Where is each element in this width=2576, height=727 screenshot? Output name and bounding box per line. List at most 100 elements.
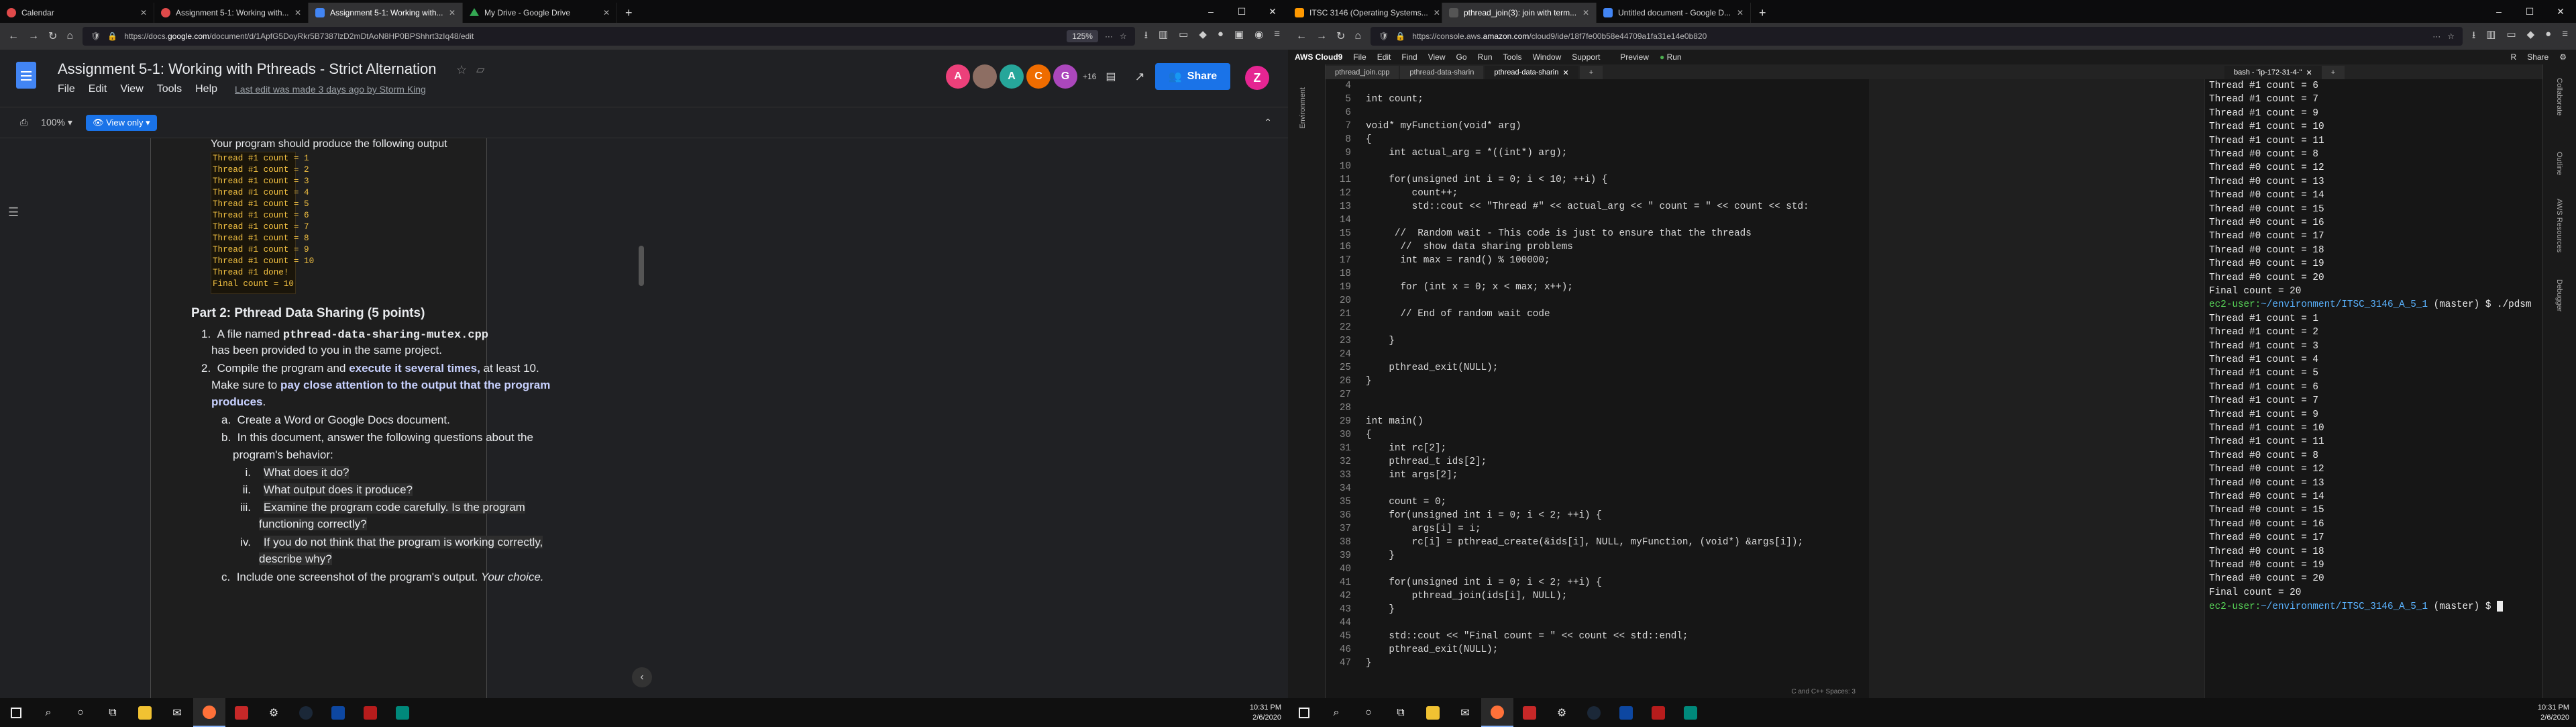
menu-file[interactable]: File: [58, 83, 75, 95]
settings-icon[interactable]: ⚙: [1546, 698, 1578, 727]
download-icon[interactable]: ⭳: [2472, 28, 2475, 45]
new-tab-button[interactable]: +: [617, 3, 641, 23]
extension-icon[interactable]: ◆: [1199, 28, 1207, 45]
cloud9-brand[interactable]: AWS Cloud9: [1295, 52, 1342, 62]
document-title[interactable]: Assignment 5-1: Working with Pthreads - …: [58, 60, 437, 78]
library-icon[interactable]: ▥: [1159, 28, 1168, 45]
search-icon[interactable]: ⌕: [1320, 698, 1352, 727]
minimize-icon[interactable]: –: [2483, 6, 2514, 17]
terminal-icon[interactable]: [322, 698, 354, 727]
tab-untitled-doc[interactable]: Untitled document - Google D... ✕: [1597, 3, 1751, 23]
filezilla-icon[interactable]: [354, 698, 386, 727]
start-icon[interactable]: [0, 698, 32, 727]
new-tab-button[interactable]: +: [1751, 3, 1774, 23]
more-collaborators-count[interactable]: +16: [1083, 72, 1096, 81]
share-button[interactable]: 👥 Share: [1155, 63, 1230, 90]
c9-menu-window[interactable]: Window: [1533, 52, 1562, 62]
editor-tab[interactable]: pthread_join.cpp: [1326, 66, 1399, 79]
page-actions-icon[interactable]: ···: [2432, 32, 2440, 41]
close-tab-icon[interactable]: ✕: [1434, 8, 1440, 17]
new-editor-tab-button[interactable]: +: [1579, 66, 1603, 79]
task-view-icon[interactable]: ⧉: [97, 698, 129, 727]
terminal-icon[interactable]: [1610, 698, 1642, 727]
extension-icon[interactable]: ▣: [1234, 28, 1244, 45]
c9-menu-file[interactable]: File: [1353, 52, 1366, 62]
comments-icon[interactable]: ▤: [1106, 70, 1116, 83]
c9-menu-view[interactable]: View: [1428, 52, 1446, 62]
maximize-icon[interactable]: ☐: [1226, 6, 1257, 17]
close-tab-icon[interactable]: ✕: [2306, 68, 2312, 77]
tab-pthread-join[interactable]: pthread_join(3): join with term... ✕: [1442, 3, 1597, 23]
close-tab-icon[interactable]: ✕: [1563, 68, 1569, 77]
close-tab-icon[interactable]: ✕: [1737, 8, 1743, 17]
extension-icon[interactable]: ◉: [1254, 28, 1263, 45]
close-window-icon[interactable]: ✕: [2545, 6, 2576, 17]
mail-icon[interactable]: ✉: [1449, 698, 1481, 727]
cortana-icon[interactable]: ○: [64, 698, 97, 727]
start-icon[interactable]: [1288, 698, 1320, 727]
bookmark-star-icon[interactable]: ☆: [1120, 32, 1127, 41]
c9-menu-run[interactable]: Run: [1478, 52, 1493, 62]
tab-assignment-1[interactable]: Assignment 5-1: Working with... ✕: [154, 3, 309, 23]
tab-google-drive[interactable]: My Drive - Google Drive ✕: [463, 3, 617, 23]
close-tab-icon[interactable]: ✕: [449, 8, 455, 17]
avatar[interactable]: A: [1000, 64, 1024, 89]
new-terminal-tab-button[interactable]: +: [2321, 66, 2345, 79]
environment-panel-label[interactable]: Environment: [1299, 87, 1307, 129]
move-to-folder-icon[interactable]: ▱: [476, 63, 484, 77]
avatar[interactable]: G: [1053, 64, 1077, 89]
forward-icon[interactable]: →: [1316, 30, 1327, 42]
maximize-icon[interactable]: ☐: [2514, 6, 2545, 17]
tab-assignment-doc[interactable]: Assignment 5-1: Working with... ✕: [309, 3, 463, 23]
sidebar-icon[interactable]: ▭: [1179, 28, 1188, 45]
preview-button[interactable]: Preview: [1620, 52, 1649, 62]
system-clock[interactable]: 10:31 PM 2/6/2020: [2538, 703, 2576, 723]
view-only-button[interactable]: 👁 View only ▾: [85, 114, 157, 131]
library-icon[interactable]: ▥: [2486, 28, 2496, 45]
zoom-indicator[interactable]: 125%: [1067, 30, 1098, 42]
run-button[interactable]: ● Run: [1660, 52, 1682, 62]
terminal-tab[interactable]: bash - "ip-172-31-4-" ✕: [2224, 66, 2322, 79]
outline-panel-tab[interactable]: Outline: [2555, 152, 2563, 175]
menu-tools[interactable]: Tools: [157, 83, 182, 95]
aws-resources-panel-tab[interactable]: AWS Resources: [2555, 199, 2563, 252]
editor-tab[interactable]: pthread-data-sharin ✕: [1485, 66, 1578, 79]
zoom-select[interactable]: 100% ▾: [41, 117, 72, 128]
bookmark-star-icon[interactable]: ☆: [2447, 32, 2455, 41]
activity-trend-icon[interactable]: ↗: [1134, 70, 1144, 84]
c9-menu-find[interactable]: Find: [1401, 52, 1417, 62]
avatar[interactable]: A: [946, 64, 970, 89]
cortana-icon[interactable]: ○: [1352, 698, 1385, 727]
settings-icon[interactable]: ⚙: [258, 698, 290, 727]
back-icon[interactable]: ←: [1296, 30, 1307, 42]
vertical-scrollbar[interactable]: [639, 246, 644, 286]
minimize-icon[interactable]: –: [1195, 6, 1226, 17]
media-app-icon[interactable]: [1513, 698, 1546, 727]
code-editor[interactable]: 4 5 int count; 6 7 void* myFunction(void* arg…: [1326, 79, 1869, 698]
collapse-panel-icon[interactable]: ‹: [632, 667, 652, 687]
close-tab-icon[interactable]: ✕: [603, 8, 610, 17]
menu-icon[interactable]: ≡: [2562, 28, 2568, 45]
profile-avatar[interactable]: Z: [1245, 66, 1269, 90]
page-actions-icon[interactable]: ···: [1105, 32, 1113, 41]
mail-icon[interactable]: ✉: [161, 698, 193, 727]
extension-icon[interactable]: ◆: [2527, 28, 2535, 45]
file-explorer-icon[interactable]: [1417, 698, 1449, 727]
system-clock[interactable]: 10:31 PM 2/6/2020: [1250, 703, 1288, 723]
close-tab-icon[interactable]: ✕: [294, 8, 301, 17]
c9-share-button[interactable]: Share: [2527, 52, 2548, 62]
close-tab-icon[interactable]: ✕: [1582, 8, 1589, 17]
home-icon[interactable]: ⌂: [1354, 30, 1361, 42]
user-r-icon[interactable]: R: [2511, 52, 2517, 62]
tab-itsc[interactable]: ITSC 3146 (Operating Systems... ✕: [1288, 3, 1442, 23]
search-icon[interactable]: ⌕: [32, 698, 64, 727]
steam-icon[interactable]: [290, 698, 322, 727]
firefox-icon[interactable]: [1481, 698, 1513, 727]
c9-menu-support[interactable]: Support: [1572, 52, 1600, 62]
download-icon[interactable]: ⭳: [1144, 28, 1148, 45]
task-view-icon[interactable]: ⧉: [1385, 698, 1417, 727]
extension-icon[interactable]: ●: [1218, 28, 1224, 45]
back-icon[interactable]: ←: [8, 30, 19, 42]
tab-calendar[interactable]: Calendar ✕: [0, 3, 154, 23]
forward-icon[interactable]: →: [28, 30, 39, 42]
